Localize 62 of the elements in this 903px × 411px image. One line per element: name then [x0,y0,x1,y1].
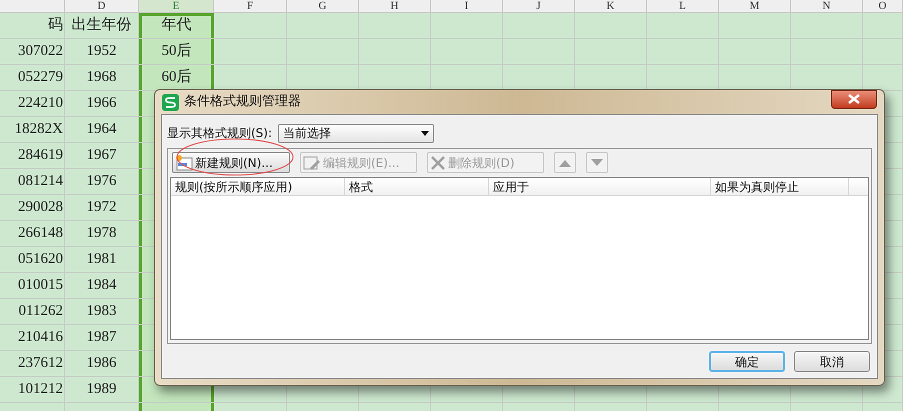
table-cell-text: 1968 [86,68,116,87]
table-cell-text: 210416 [18,328,63,347]
column-header[interactable]: L [647,0,719,12]
table-cell-text: 284619 [18,146,63,165]
close-button[interactable] [831,90,877,108]
column-header[interactable]: J [503,0,575,12]
up-arrow-icon [559,158,571,166]
filter-dropdown[interactable]: 当前选择 [278,124,434,142]
table-cell-text: 18282X [14,120,63,139]
table-cell-text: 码 [48,16,63,35]
table-cell-text: 1967 [86,146,116,165]
column-header[interactable]: M [719,0,791,12]
table-cell-text: 1966 [86,94,116,113]
delete-icon [430,154,446,170]
toolbar-button[interactable]: 新建规则(N)... [172,152,290,173]
table-cell-text: 1952 [86,42,116,61]
edit-rule-icon [303,154,321,170]
close-icon [848,94,860,104]
down-arrow-icon [591,158,603,166]
table-cell-text: 010015 [18,276,63,295]
table-cell-text: 年代 [162,16,192,35]
table-cell-text: 1987 [86,328,116,347]
column-header[interactable]: G [287,0,359,12]
table-cell-text: 1983 [86,302,116,321]
column-header[interactable]: O [863,0,903,12]
table-cell-text: 290028 [18,198,63,217]
table-cell-text: 101212 [18,380,63,399]
column-header[interactable]: K [575,0,647,12]
dialog-button[interactable]: 确定 [709,351,785,372]
table-cell-text: 出生年份 [72,16,132,35]
dialog-button[interactable]: 取消 [794,351,870,372]
column-header[interactable]: E [139,0,214,12]
table-cell-text: 011262 [18,302,63,321]
table-cell-text: 1981 [86,250,116,269]
table-cell-text: 237612 [18,354,63,373]
table-cell-text: 1976 [86,172,116,191]
column-header[interactable]: F [214,0,287,12]
table-cell-text: 307022 [18,42,63,61]
table-cell-text: 1984 [86,276,116,295]
column-header[interactable]: 规则(按所示顺序应用) [171,178,345,195]
column-header[interactable]: I [431,0,503,12]
table-cell-text: 224210 [18,94,63,113]
column-header[interactable]: 格式 [345,178,489,195]
table-cell-text: 1978 [86,224,116,243]
dropdown-arrow-icon [421,130,430,136]
column-header[interactable]: 如果为真则停止 [711,178,849,195]
table-cell-text: 60后 [162,68,192,87]
table-cell-text: 1989 [86,380,116,399]
column-header[interactable]: N [791,0,863,12]
table-cell-text: 1986 [86,354,116,373]
table-cell-text: 1972 [86,198,116,217]
column-header[interactable]: H [359,0,431,12]
table-cell-text: 052279 [18,68,63,87]
table-cell-text: 1964 [86,120,116,139]
app-icon [162,94,179,110]
column-header[interactable]: 应用于 [489,178,711,195]
table-cell-text: 266148 [18,224,63,243]
window-title: 条件格式规则管理器 [184,93,301,112]
table-cell-text: 081214 [18,172,63,191]
table-cell-text: 50后 [162,42,192,61]
table-cell-text: 051620 [18,250,63,269]
filter-label: 显示其格式规则(S): [167,125,272,142]
